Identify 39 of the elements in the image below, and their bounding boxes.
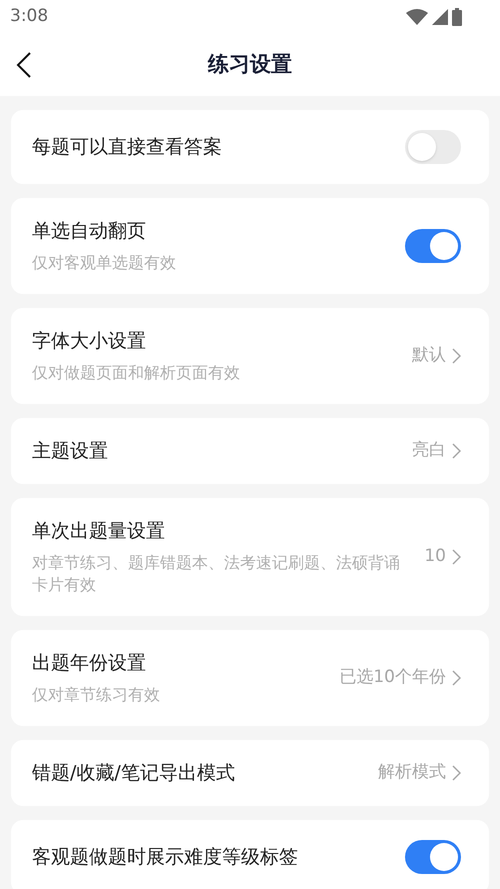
signal-icon [432,9,448,25]
status-time: 3:08 [10,5,48,28]
back-icon[interactable] [16,51,32,79]
toggle-switch[interactable] [405,130,461,164]
settings-card[interactable]: 客观题做题时展示难度等级标签 [11,820,489,889]
chevron-right-icon [452,765,461,781]
settings-card[interactable]: 单选自动翻页 仅对客观单选题有效 [11,198,489,294]
setting-title: 字体大小设置 [32,329,147,354]
settings-card[interactable]: 错题/收藏/笔记导出模式 解析模式 [11,740,489,806]
setting-value: 10 [424,545,446,568]
setting-description: 仅对章节练习有效 [32,684,160,706]
setting-title: 客观题做题时展示难度等级标签 [32,845,298,870]
setting-title: 每题可以直接查看答案 [32,135,222,160]
chevron-right-icon [452,670,461,686]
setting-title: 出题年份设置 [32,651,147,676]
setting-description: 仅对做题页面和解析页面有效 [32,362,240,384]
settings-card[interactable]: 单次出题量设置 对章节练习、题库错题本、法考速记刷题、法硕背诵卡片有效 10 [11,498,489,616]
setting-description: 仅对客观单选题有效 [32,252,176,274]
wifi-icon [406,9,428,25]
settings-card[interactable]: 出题年份设置 仅对章节练习有效 已选10个年份 [11,630,489,726]
setting-description: 对章节练习、题库错题本、法考速记刷题、法硕背诵卡片有效 [32,552,401,596]
chevron-right-icon [452,348,461,364]
setting-value: 默认 [412,344,446,368]
setting-title: 单选自动翻页 [32,219,147,244]
setting-value: 亮白 [412,439,446,462]
chevron-right-icon [452,549,461,565]
setting-title: 错题/收藏/笔记导出模式 [32,761,235,786]
setting-title: 单次出题量设置 [32,519,166,544]
toggle-switch[interactable] [405,840,461,874]
page-title: 练习设置 [208,51,292,78]
setting-value: 已选10个年份 [339,666,446,690]
settings-card[interactable]: 每题可以直接查看答案 [11,110,489,184]
setting-value: 解析模式 [378,761,446,784]
toggle-switch[interactable] [405,229,461,263]
setting-title: 主题设置 [32,439,108,464]
settings-card[interactable]: 主题设置 亮白 [11,418,489,484]
chevron-right-icon [452,443,461,459]
battery-icon [452,8,462,26]
settings-card[interactable]: 字体大小设置 仅对做题页面和解析页面有效 默认 [11,308,489,404]
